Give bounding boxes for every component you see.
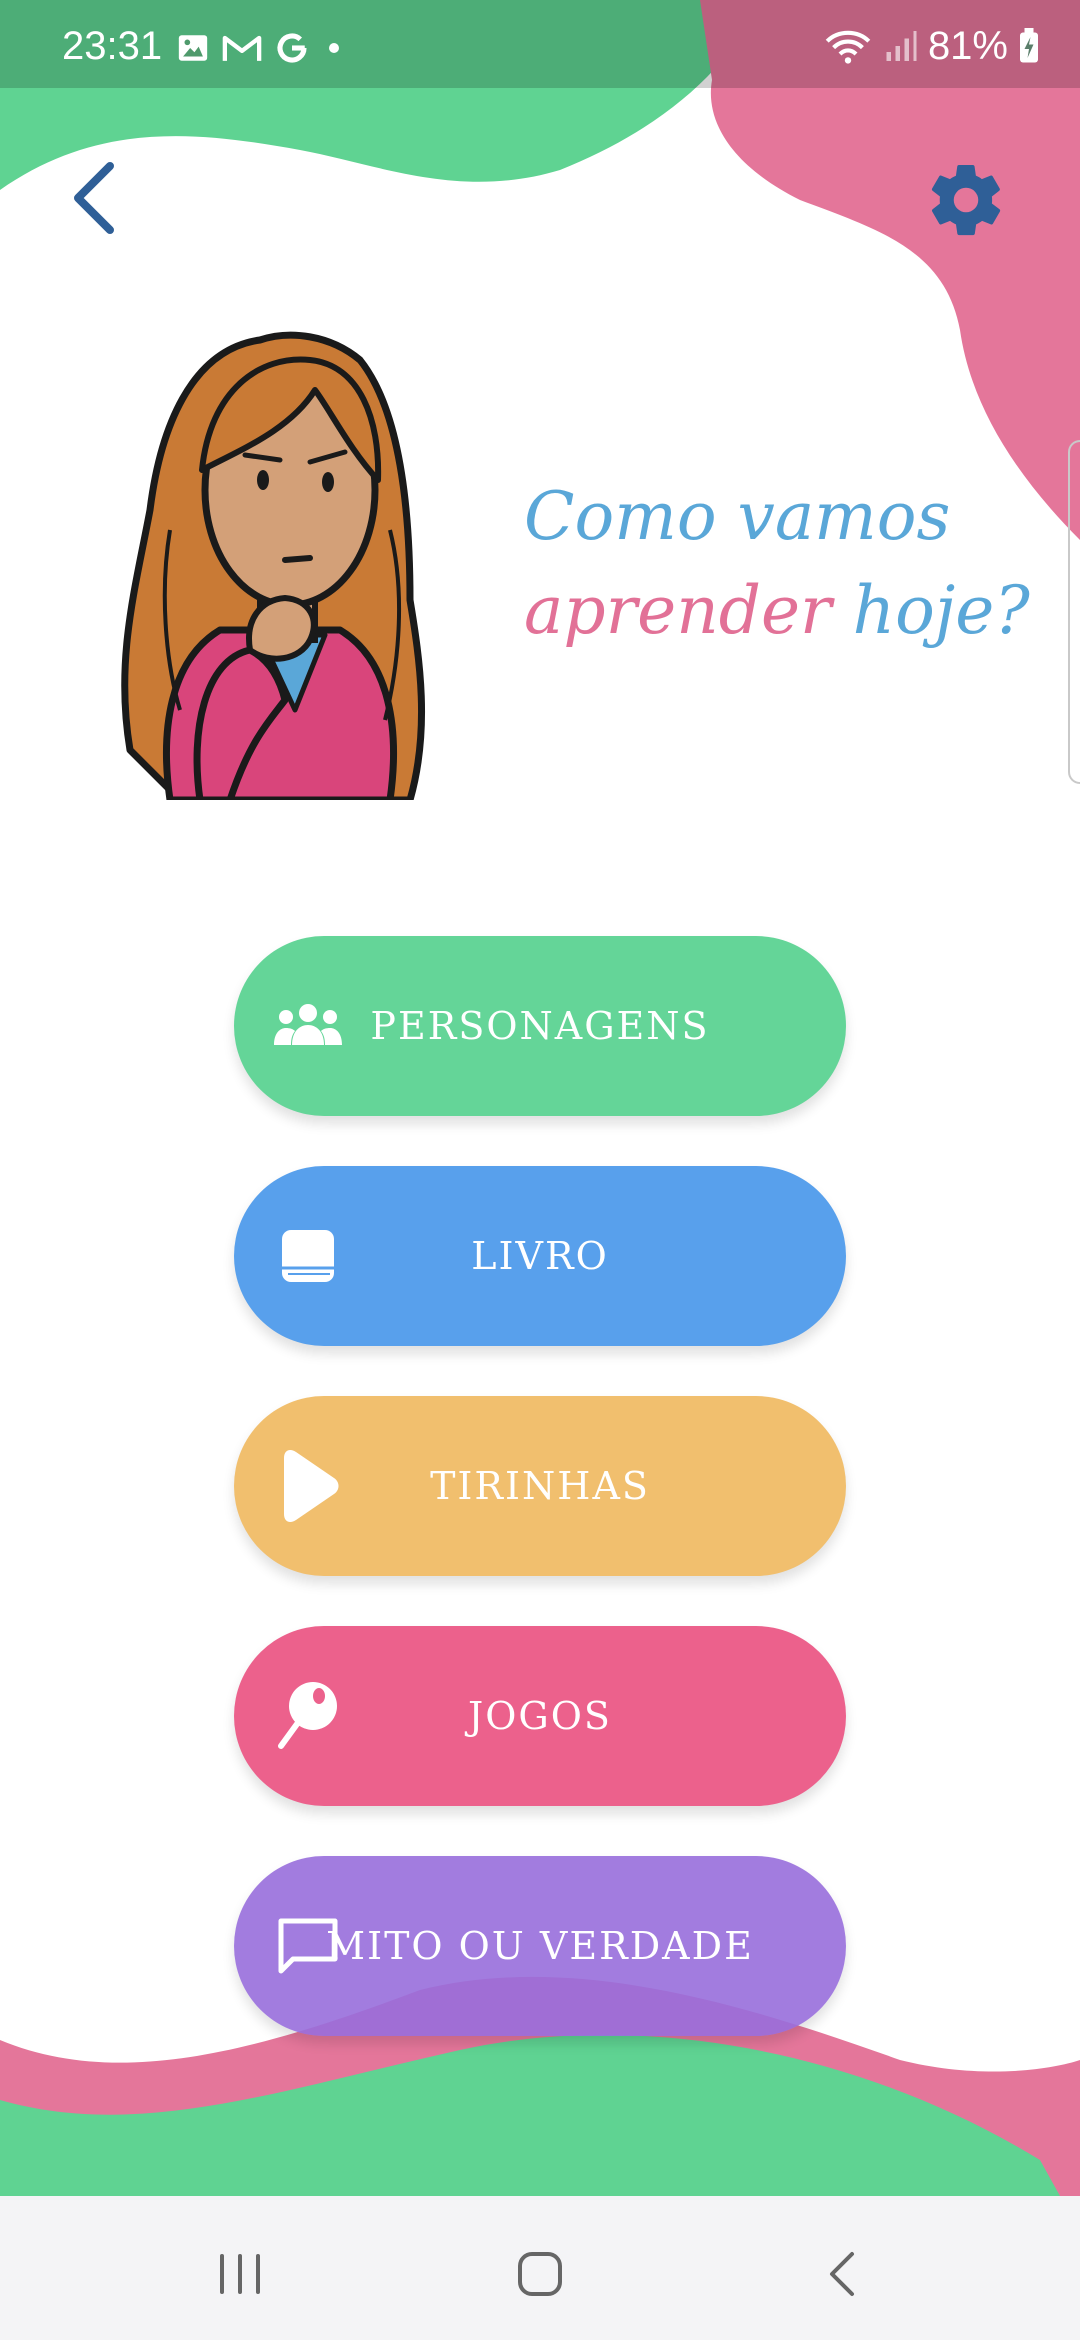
livro-button[interactable]: LIVRO (234, 1166, 846, 1346)
play-icon (270, 1448, 346, 1524)
jogos-label: JOGOS (468, 1694, 612, 1738)
headline-line-1: Como vamos (524, 478, 951, 555)
edge-panel-handle[interactable] (1068, 440, 1080, 784)
home-button[interactable] (508, 2242, 572, 2306)
navigation-bar (0, 2196, 1080, 2340)
tirinhas-label: TIRINHAS (430, 1464, 650, 1508)
mito-ou-verdade-button[interactable]: MITO OU VERDADE (234, 1856, 846, 2036)
recents-icon (220, 2254, 260, 2294)
battery-percentage: 81% (927, 24, 1008, 68)
image-icon (178, 35, 208, 61)
status-notification-icons (176, 28, 346, 68)
headline-line-2: aprender hoje? (524, 564, 1030, 658)
gmail-icon (222, 35, 262, 61)
headline-word-aprender: aprender (524, 572, 832, 649)
gear-icon (931, 164, 1001, 236)
livro-label: LIVRO (471, 1234, 609, 1278)
home-icon (518, 2252, 562, 2296)
headline: Como vamos aprender hoje? (524, 470, 1030, 658)
chevron-left-icon (74, 162, 114, 234)
back-icon (830, 2252, 854, 2296)
book-icon (270, 1218, 346, 1294)
dot-icon (329, 43, 339, 53)
signal-icon (886, 31, 917, 61)
recents-button[interactable] (208, 2242, 272, 2306)
lollipop-icon (270, 1678, 346, 1754)
google-icon (277, 33, 307, 63)
personagens-button[interactable]: PERSONAGENS (234, 936, 846, 1116)
personagens-label: PERSONAGENS (370, 1004, 710, 1048)
headline-word-hoje: hoje? (852, 572, 1030, 649)
tirinhas-button[interactable]: TIRINHAS (234, 1396, 846, 1576)
nav-back-button[interactable] (812, 2242, 876, 2306)
back-button[interactable] (62, 158, 132, 238)
people-icon (270, 988, 346, 1064)
chat-bubble-icon (270, 1908, 346, 1984)
battery-charging-icon (1020, 28, 1038, 63)
jogos-button[interactable]: JOGOS (234, 1626, 846, 1806)
settings-button[interactable] (924, 158, 1008, 242)
status-right: 81% (824, 26, 1040, 66)
status-bar: 23:31 81% (0, 0, 1080, 88)
wifi-icon (825, 30, 871, 64)
status-time: 23:31 (62, 24, 163, 68)
thinking-girl-illustration (121, 331, 426, 800)
mito-ou-verdade-label: MITO OU VERDADE (326, 1924, 754, 1968)
